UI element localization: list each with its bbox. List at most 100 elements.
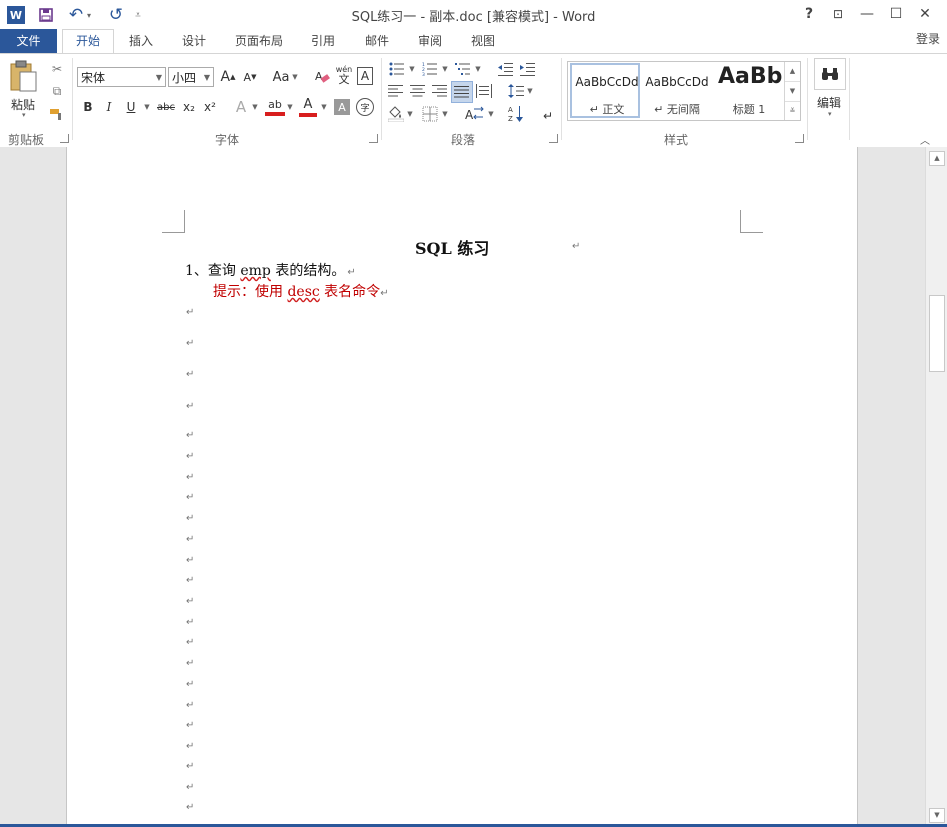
paragraph-mark: ↵ [186,513,195,524]
change-case-dropdown-icon[interactable]: ▼ [291,67,299,87]
underline-button[interactable]: U [121,97,141,117]
tab-design[interactable]: 设计 [173,29,215,53]
tab-review[interactable]: 审阅 [409,29,451,53]
enclose-characters-button[interactable]: 字 [356,98,374,116]
phonetic-guide-button[interactable]: wén 文 [334,65,354,85]
bullets-dropdown-icon[interactable]: ▼ [408,59,416,79]
underline-dropdown-icon[interactable]: ▼ [143,97,151,117]
decrease-indent-icon[interactable] [496,59,516,79]
line-spacing-icon[interactable] [506,81,526,101]
increase-indent-icon[interactable] [518,59,538,79]
borders-dropdown-icon[interactable]: ▼ [441,104,449,124]
clipboard-launcher-icon[interactable] [60,134,69,143]
minimize-button[interactable]: — [854,4,880,24]
word-logo-icon[interactable]: W [7,6,25,24]
styles-more-icon[interactable]: ≚ [785,102,800,121]
subscript-button[interactable]: x₂ [179,97,199,117]
bold-button[interactable]: B [78,97,98,117]
chinese-layout-icon[interactable]: A [463,104,487,124]
tab-mailings[interactable]: 邮件 [356,29,398,53]
align-center-icon[interactable] [408,81,428,101]
login-link[interactable]: 登录 [908,27,947,51]
save-icon[interactable] [36,5,56,25]
collapse-ribbon-icon[interactable]: ︿ [920,132,930,147]
tab-references[interactable]: 引用 [302,29,344,53]
font-size-combo[interactable]: 小四 ▼ [168,67,214,87]
multilevel-list-icon[interactable] [453,59,473,79]
grow-font-button[interactable]: A ▲ [218,67,238,87]
tab-page-layout[interactable]: 页面布局 [229,29,289,53]
scroll-down-icon[interactable]: ▼ [929,808,945,823]
ribbon-display-options-button[interactable]: ⊡ [825,4,851,24]
paragraph-mark: ↵ [186,617,195,628]
redo-icon[interactable]: ↺ [106,5,126,25]
character-shading-button[interactable]: A [334,99,350,115]
numbering-dropdown-icon[interactable]: ▼ [441,59,449,79]
strikethrough-button[interactable]: abc [154,97,178,117]
editing-label[interactable]: 编辑 [817,94,841,111]
help-button[interactable]: ? [796,4,822,24]
paste-icon[interactable] [8,60,42,94]
paste-dropdown-icon[interactable]: ▾ [22,111,26,119]
italic-button[interactable]: I [99,97,119,117]
editing-dropdown-icon[interactable]: ▾ [828,110,832,118]
font-launcher-icon[interactable] [369,134,378,143]
paragraph-group-label: 段落 [450,133,475,147]
bullets-icon[interactable] [387,59,407,79]
shading-icon[interactable] [386,104,406,124]
style-no-spacing[interactable]: AaBbCcDd ↵ 无间隔 [642,63,712,118]
font-color-dropdown-icon[interactable]: ▼ [320,97,328,117]
style-heading-1-preview: AaBb [718,64,782,89]
chinese-layout-dropdown-icon[interactable]: ▼ [487,104,495,124]
justify-icon[interactable] [451,81,473,103]
character-border-button[interactable]: A [357,67,373,85]
tab-home[interactable]: 开始 [62,29,114,54]
maximize-button[interactable]: ☐ [883,4,909,24]
clear-formatting-icon[interactable]: A [312,67,332,87]
numbering-icon[interactable]: 123 [420,59,440,79]
highlight-button[interactable]: ab [265,98,285,118]
shrink-font-button[interactable]: A ▼ [240,67,260,87]
shading-dropdown-icon[interactable]: ▼ [406,104,414,124]
highlight-dropdown-icon[interactable]: ▼ [286,97,294,117]
font-color-button[interactable]: A [299,98,317,118]
font-name-combo[interactable]: 宋体 ▼ [77,67,166,87]
undo-icon[interactable]: ↶ [66,5,86,25]
show-hide-marks-icon[interactable]: ↵ [538,106,558,126]
style-heading-1[interactable]: AaBb 标题 1 [714,63,782,118]
format-painter-icon[interactable] [47,104,67,124]
styles-scroll-up-icon[interactable]: ▲ [785,62,800,82]
divider [807,58,808,140]
cut-icon[interactable]: ✂ [47,59,67,79]
vertical-scrollbar[interactable]: ▲ ▼ [925,147,947,827]
superscript-button[interactable]: x² [200,97,220,117]
align-right-icon[interactable] [430,81,450,101]
paragraph-mark: ↵ [186,492,195,503]
line-spacing-dropdown-icon[interactable]: ▼ [526,81,534,101]
align-left-icon[interactable] [386,81,406,101]
styles-scroll-down-icon[interactable]: ▼ [785,82,800,102]
undo-dropdown-icon[interactable]: ▾ [84,5,94,25]
font-color-label: A [303,97,313,112]
tab-view[interactable]: 视图 [462,29,504,53]
tab-file[interactable]: 文件 [0,29,57,53]
tab-insert[interactable]: 插入 [120,29,162,53]
paragraph-launcher-icon[interactable] [549,134,558,143]
question-1: 1、查询 emp 表的结构。 ↵ [185,260,356,280]
distributed-icon[interactable] [474,81,494,101]
multilevel-list-dropdown-icon[interactable]: ▼ [474,59,482,79]
document-page[interactable]: SQL 练习 ↵ 1、查询 emp 表的结构。 ↵ 提示：使用 desc 表名命令… [66,147,858,827]
scroll-up-icon[interactable]: ▲ [929,151,945,166]
text-effects-button[interactable]: A [231,97,251,117]
borders-icon[interactable] [420,104,440,124]
sort-icon[interactable]: AZ [506,104,526,124]
binoculars-icon[interactable] [814,58,846,90]
style-normal[interactable]: AaBbCcDd ↵ 正文 [570,63,640,118]
change-case-button[interactable]: Aa [270,67,292,87]
styles-launcher-icon[interactable] [795,134,804,143]
close-button[interactable]: ✕ [912,4,938,24]
scroll-thumb[interactable] [929,295,945,372]
text-effects-dropdown-icon[interactable]: ▼ [251,97,259,117]
copy-icon[interactable]: ⧉ [47,81,67,101]
customize-qat-icon[interactable]: ⩡ [131,5,145,25]
